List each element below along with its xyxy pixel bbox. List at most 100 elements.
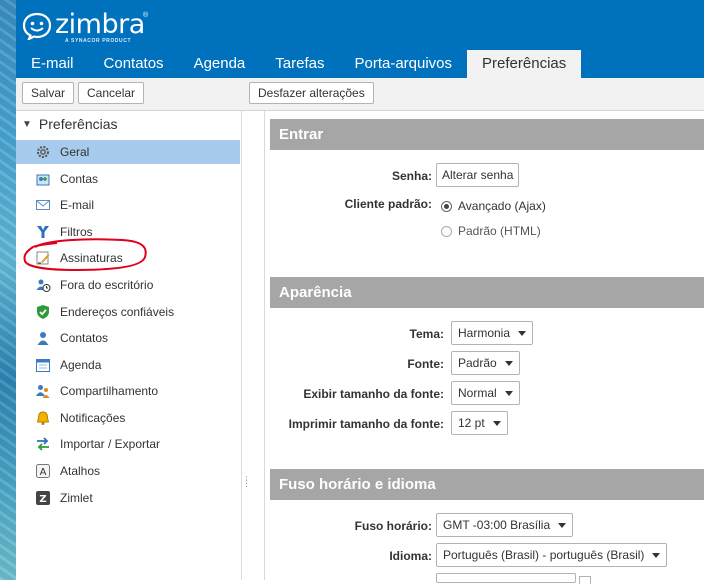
sidebar-item-out-of-office[interactable]: Fora do escritório — [16, 273, 240, 297]
radio-button-checked[interactable] — [441, 200, 452, 212]
timezone-label: Fuso horário: — [354, 519, 432, 533]
sidebar-item-label: Contas — [60, 172, 99, 186]
theme-label: Tema: — [409, 327, 444, 341]
sidebar-item-signatures[interactable]: Assinaturas — [16, 246, 240, 270]
section-header-timezone-language: Fuso horário e idioma — [270, 469, 704, 500]
timezone-select-value: GMT -03:00 Brasília — [443, 518, 551, 532]
logo-wordmark: zimbra — [55, 9, 145, 40]
change-password-button[interactable]: Alterar senha — [436, 163, 520, 187]
sidebar-item-label: Zimlet — [60, 491, 93, 505]
language-label: Idioma: — [389, 549, 432, 563]
app-header: zimbra ® A SYNACOR PRODUCT E-mail Contat… — [16, 0, 704, 78]
section-header-appearance: Aparência — [270, 277, 704, 308]
save-button[interactable]: Salvar — [22, 82, 75, 104]
pane-splitter[interactable]: ⋮ ⋮ — [241, 111, 251, 580]
partial-field-below[interactable] — [436, 573, 576, 583]
sidebar-item-label: Geral — [60, 145, 90, 159]
sidebar-item-sharing[interactable]: Compartilhamento — [16, 379, 240, 403]
logo-tagline: A SYNACOR PRODUCT — [65, 38, 132, 44]
language-select[interactable]: Português (Brasil) - português (Brasil) — [436, 543, 668, 567]
font-select[interactable]: Padrão — [451, 351, 520, 375]
preferences-sidebar: ▼ Preferências Geral Contas E-mail Filtr… — [16, 111, 241, 580]
sidebar-item-label: Agenda — [60, 358, 102, 372]
theme-select-value: Harmonia — [458, 326, 511, 340]
sidebar-item-accounts[interactable]: Contas — [16, 167, 240, 191]
dropdown-caret-icon — [558, 523, 567, 528]
dropdown-caret-icon — [492, 421, 501, 426]
content-left-border — [264, 111, 265, 580]
tab-preferences[interactable]: Preferências — [467, 50, 582, 78]
filter-icon — [35, 224, 51, 240]
contact-icon — [35, 330, 51, 346]
sidebar-item-label: Importar / Exportar — [60, 437, 161, 451]
password-label: Senha: — [391, 169, 432, 183]
font-label: Fonte: — [407, 357, 444, 371]
timezone-select[interactable]: GMT -03:00 Brasília — [436, 513, 574, 537]
language-select-value: Português (Brasil) - português (Brasil) — [443, 548, 645, 562]
sidebar-item-label: Contatos — [60, 331, 109, 345]
sidebar-item-label: Fora do escritório — [60, 278, 154, 292]
envelope-icon — [35, 197, 51, 213]
desktop-background — [0, 0, 16, 580]
cancel-button[interactable]: Cancelar — [78, 82, 145, 104]
sidebar-item-label: Filtros — [60, 225, 93, 239]
accounts-icon — [35, 171, 51, 187]
sidebar-item-calendar[interactable]: Agenda — [16, 353, 240, 377]
tab-email[interactable]: E-mail — [16, 50, 89, 78]
out-of-office-icon — [35, 277, 51, 293]
shortcuts-icon: A — [35, 463, 51, 479]
sidebar-item-import-export[interactable]: Importar / Exportar — [16, 432, 240, 456]
bell-icon — [35, 410, 51, 426]
sidebar-item-label: Assinaturas — [60, 251, 123, 265]
tab-briefcase[interactable]: Porta-arquivos — [339, 50, 467, 78]
theme-select[interactable]: Harmonia — [451, 321, 534, 345]
display-font-size-select[interactable]: Normal — [451, 381, 520, 405]
tab-tasks[interactable]: Tarefas — [260, 50, 339, 78]
zimbra-logo-icon — [22, 12, 52, 40]
collapse-arrow-icon[interactable]: ▼ — [22, 119, 32, 130]
dropdown-caret-icon — [504, 391, 513, 396]
toolbar: Salvar Cancelar Desfazer alterações — [16, 78, 704, 111]
radio-advanced-ajax[interactable]: Avançado (Ajax) — [441, 199, 546, 213]
shield-check-icon — [35, 304, 51, 320]
svg-text:A: A — [40, 467, 47, 478]
sidebar-item-label: Compartilhamento — [60, 384, 159, 398]
gear-icon — [35, 144, 51, 160]
font-select-value: Padrão — [458, 356, 497, 370]
sidebar-item-trusted-addresses[interactable]: Endereços confiáveis — [16, 300, 240, 324]
dropdown-caret-icon — [504, 361, 513, 366]
tab-calendar[interactable]: Agenda — [179, 50, 261, 78]
print-font-size-value: 12 pt — [458, 416, 485, 430]
signature-icon — [35, 250, 51, 266]
radio-standard-html[interactable]: Padrão (HTML) — [441, 224, 541, 238]
app-tab-bar: E-mail Contatos Agenda Tarefas Porta-arq… — [16, 50, 582, 78]
sidebar-item-filters[interactable]: Filtros — [16, 220, 240, 244]
radio-label: Padrão (HTML) — [458, 224, 541, 238]
sidebar-item-label: E-mail — [60, 198, 95, 212]
section-header-login: Entrar — [270, 119, 704, 150]
sidebar-item-contacts[interactable]: Contatos — [16, 326, 240, 350]
zimbra-logo: zimbra ® A SYNACOR PRODUCT — [22, 9, 152, 44]
undo-changes-button[interactable]: Desfazer alterações — [249, 82, 374, 104]
sidebar-item-zimlet[interactable]: Z Zimlet — [16, 486, 240, 510]
sidebar-item-label: Atalhos — [60, 464, 101, 478]
sidebar-item-label: Notificações — [60, 411, 126, 425]
sidebar-item-general[interactable]: Geral — [16, 140, 240, 164]
partial-checkbox-below[interactable] — [579, 576, 591, 584]
display-font-size-value: Normal — [458, 386, 497, 400]
tree-header[interactable]: ▼ Preferências — [22, 116, 118, 132]
trademark-mark: ® — [143, 12, 149, 19]
radio-label: Avançado (Ajax) — [458, 199, 546, 213]
print-font-size-select[interactable]: 12 pt — [451, 411, 508, 435]
svg-text:Z: Z — [39, 494, 46, 505]
radio-button-unchecked[interactable] — [441, 225, 452, 237]
sidebar-item-notifications[interactable]: Notificações — [16, 406, 240, 430]
sidebar-item-email[interactable]: E-mail — [16, 193, 240, 217]
display-font-size-label: Exibir tamanho da fonte: — [303, 387, 444, 401]
tab-contacts[interactable]: Contatos — [89, 50, 179, 78]
import-export-icon — [35, 436, 51, 452]
dropdown-caret-icon — [518, 331, 527, 336]
sidebar-item-shortcuts[interactable]: A Atalhos — [16, 459, 240, 483]
splitter-grip[interactable]: ⋮ ⋮ — [242, 476, 251, 488]
preferences-content: Entrar Senha: Alterar senha Cliente padr… — [265, 111, 704, 584]
